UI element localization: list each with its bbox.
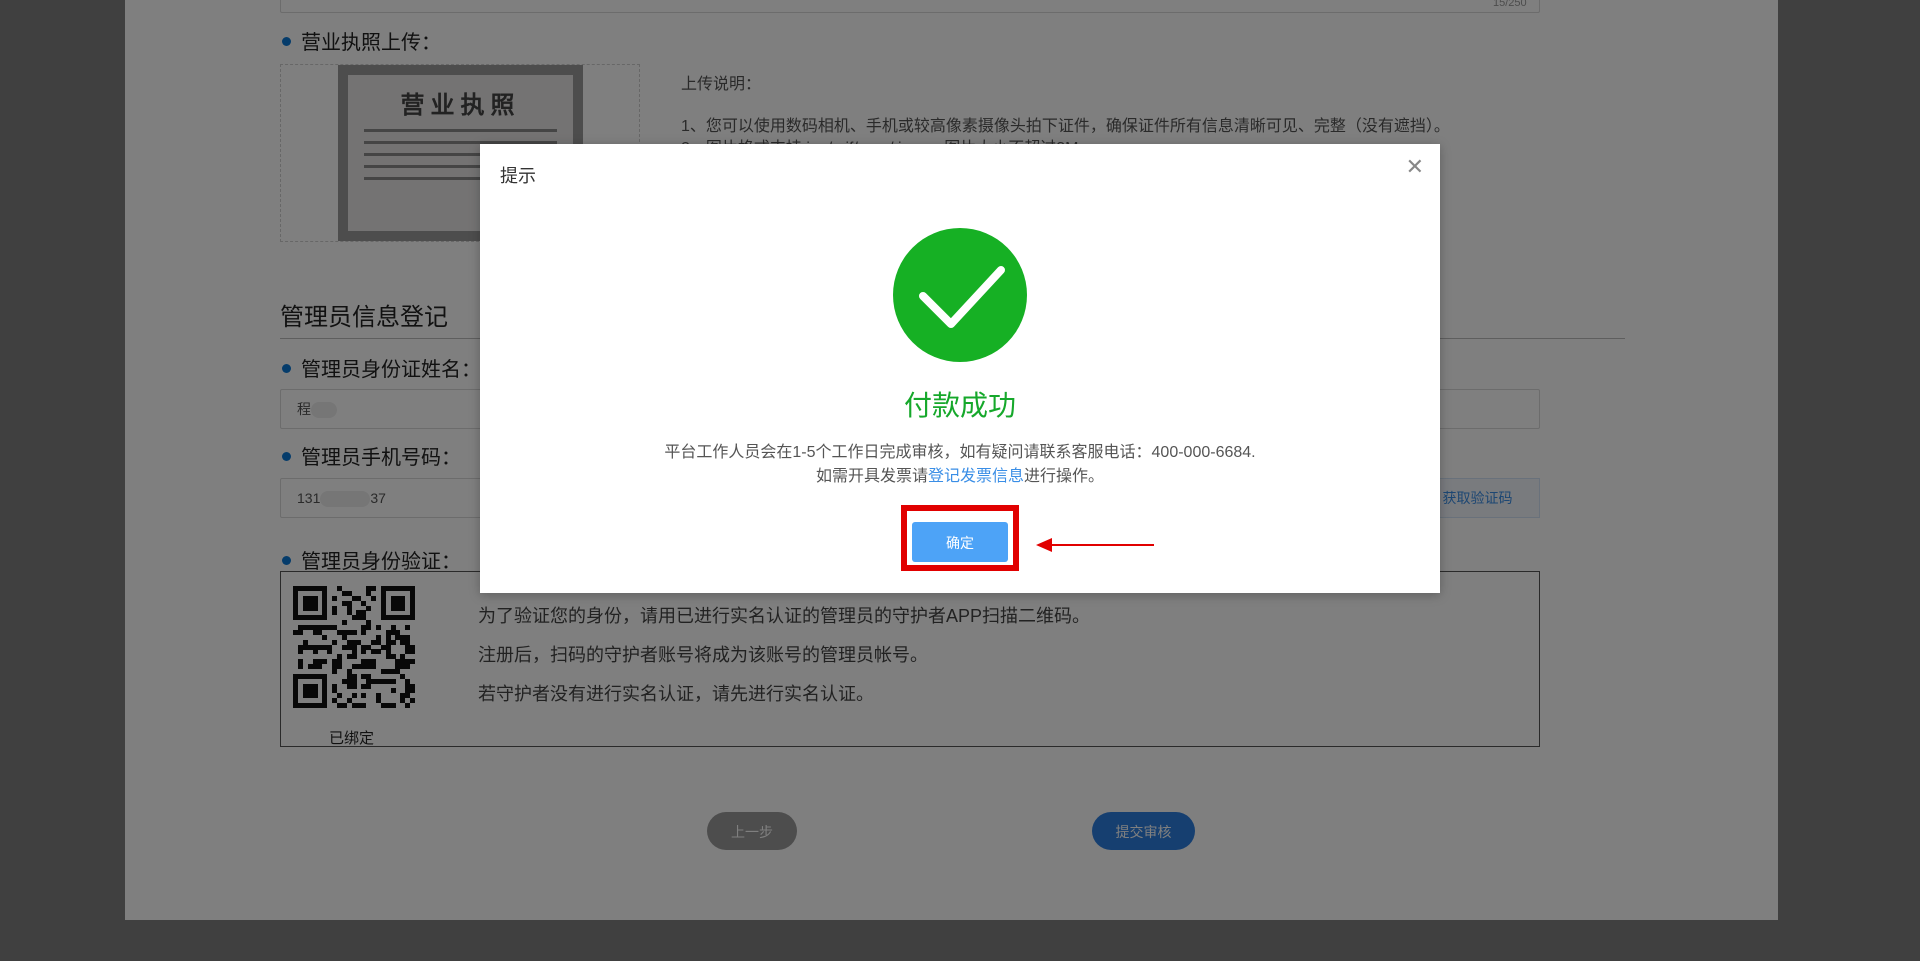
confirm-button[interactable]: 确定 xyxy=(912,522,1008,562)
dialog-desc-line-2: 如需开具发票请登记发票信息进行操作。 xyxy=(480,462,1440,486)
payment-success-dialog: 提示 ✕ 付款成功 平台工作人员会在1-5个工作日完成审核，如有疑问请联系客服电… xyxy=(480,144,1440,593)
success-message: 付款成功 xyxy=(903,390,1016,421)
desc-prefix: 如需开具发票请 xyxy=(815,468,928,485)
invoice-register-link[interactable]: 登记发票信息 xyxy=(928,468,1024,485)
desc-suffix: 进行操作。 xyxy=(1024,468,1105,485)
check-icon xyxy=(893,228,1027,362)
dialog-title: 提示 xyxy=(500,166,536,186)
red-arrow-annotation xyxy=(1036,538,1154,552)
dialog-desc-line-1: 平台工作人员会在1-5个工作日完成审核，如有疑问请联系客服电话：400-000-… xyxy=(664,444,1256,461)
close-icon[interactable]: ✕ xyxy=(1406,156,1424,178)
